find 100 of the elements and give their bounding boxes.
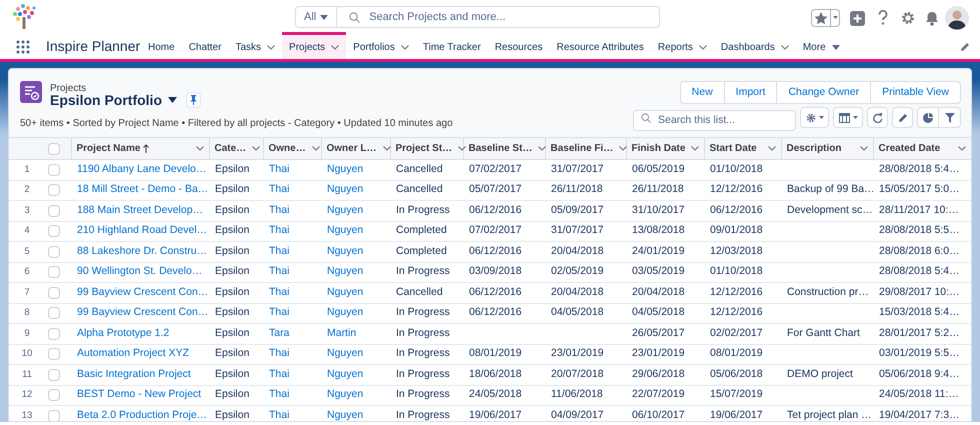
- record-link[interactable]: Thai: [269, 286, 290, 298]
- action-button[interactable]: Change Owner: [777, 81, 872, 104]
- record-link[interactable]: Beta 2.0 Production Proje…: [77, 408, 208, 421]
- column-header[interactable]: Finish Date: [626, 138, 704, 159]
- nav-tab[interactable]: Projects: [282, 32, 346, 59]
- record-link[interactable]: Thai: [269, 265, 290, 278]
- record-link[interactable]: 188 Main Street Develop…: [77, 204, 204, 216]
- record-link[interactable]: 18 Mill Street - Demo - Ba…: [77, 183, 208, 196]
- record-link[interactable]: Nguyen: [327, 347, 364, 360]
- record-link[interactable]: Nguyen: [327, 368, 364, 380]
- row-checkbox[interactable]: [48, 286, 60, 299]
- action-button[interactable]: New: [680, 81, 725, 104]
- list-search-field[interactable]: Search this list...: [633, 110, 796, 130]
- row-checkbox[interactable]: [48, 307, 60, 320]
- record-link[interactable]: Nguyen: [327, 183, 364, 196]
- column-header[interactable]: Description: [782, 138, 872, 159]
- record-link[interactable]: Martin: [327, 326, 356, 339]
- pin-button[interactable]: [186, 92, 201, 108]
- record-link[interactable]: Basic Integration Project: [77, 368, 191, 380]
- record-link[interactable]: Automation Project XYZ: [77, 347, 190, 360]
- record-link[interactable]: Nguyen: [327, 162, 364, 175]
- column-header[interactable]: Start Date: [704, 138, 780, 159]
- column-header[interactable]: Owne…: [264, 138, 320, 159]
- nav-tab[interactable]: Portfolios: [346, 32, 416, 59]
- record-link[interactable]: Nguyen: [327, 244, 364, 257]
- edit-nav-icon[interactable]: [960, 42, 970, 52]
- action-button[interactable]: Import: [724, 81, 778, 104]
- record-link[interactable]: BEST Demo - New Project: [77, 388, 202, 400]
- row-checkbox[interactable]: [48, 246, 60, 258]
- nav-tab[interactable]: More: [796, 32, 847, 59]
- table-cell: 19/04/2017 7:3…: [879, 408, 960, 421]
- nav-tab[interactable]: Resource Attributes: [550, 32, 651, 59]
- record-link[interactable]: 88 Lakeshore Dr. Constru…: [77, 244, 208, 257]
- refresh-button[interactable]: [867, 107, 888, 128]
- global-search-field[interactable]: Search Projects and more...: [337, 6, 660, 28]
- edit-list-button[interactable]: [892, 107, 913, 128]
- record-link[interactable]: Thai: [269, 347, 290, 360]
- nav-tab[interactable]: Chatter: [182, 32, 228, 59]
- column-header[interactable]: Project Name: [72, 138, 208, 159]
- record-link[interactable]: 210 Highland Road Devel…: [77, 224, 208, 236]
- record-link[interactable]: Thai: [269, 408, 290, 421]
- row-checkbox[interactable]: [48, 266, 60, 278]
- row-checkbox[interactable]: [48, 389, 60, 402]
- record-link[interactable]: Nguyen: [327, 204, 364, 216]
- record-link[interactable]: Thai: [269, 183, 290, 196]
- record-link[interactable]: 99 Bayview Crescent Con…: [77, 306, 208, 318]
- record-link[interactable]: Thai: [269, 204, 290, 216]
- table-icon: [838, 112, 850, 122]
- select-all-checkbox[interactable]: [48, 142, 60, 154]
- record-link[interactable]: Thai: [269, 162, 290, 175]
- search-scope-dropdown[interactable]: All: [295, 6, 338, 28]
- row-checkbox[interactable]: [48, 328, 60, 340]
- nav-tab[interactable]: Resources: [488, 32, 550, 59]
- notifications-icon[interactable]: [925, 10, 939, 26]
- favorites-button[interactable]: [811, 9, 840, 27]
- record-link[interactable]: Nguyen: [327, 265, 364, 278]
- row-checkbox[interactable]: [48, 184, 60, 196]
- record-link[interactable]: Thai: [269, 244, 290, 257]
- nav-tab[interactable]: Dashboards: [714, 32, 796, 59]
- column-header[interactable]: Cate…: [210, 138, 262, 159]
- row-checkbox[interactable]: [48, 204, 60, 217]
- column-header[interactable]: Baseline Fi…: [546, 138, 626, 159]
- record-link[interactable]: Nguyen: [327, 224, 364, 236]
- record-link[interactable]: Tara: [269, 326, 290, 339]
- record-link[interactable]: 1190 Albany Lane Develo…: [77, 162, 206, 175]
- nav-tab[interactable]: Home: [141, 32, 182, 59]
- record-link[interactable]: Thai: [269, 306, 290, 318]
- record-link[interactable]: Thai: [269, 368, 290, 380]
- record-link[interactable]: Nguyen: [327, 286, 364, 298]
- row-checkbox[interactable]: [48, 410, 60, 421]
- help-icon[interactable]: [878, 10, 888, 26]
- record-link[interactable]: 90 Wellington St. Develo…: [77, 265, 202, 278]
- record-link[interactable]: Nguyen: [327, 306, 364, 318]
- row-checkbox[interactable]: [48, 225, 60, 238]
- display-as-button[interactable]: [833, 107, 863, 128]
- column-header[interactable]: Created Date: [874, 138, 971, 159]
- nav-tab[interactable]: Tasks: [228, 32, 282, 59]
- table-cell: 31/07/2017: [551, 162, 604, 175]
- row-checkbox[interactable]: [48, 368, 60, 381]
- record-link[interactable]: Thai: [269, 224, 290, 236]
- action-button[interactable]: Printable View: [871, 81, 961, 104]
- nav-tab[interactable]: Reports: [650, 32, 714, 59]
- record-link[interactable]: Nguyen: [327, 388, 364, 400]
- row-checkbox[interactable]: [48, 164, 60, 176]
- settings-icon[interactable]: [901, 11, 915, 25]
- record-link[interactable]: Nguyen: [327, 408, 364, 421]
- avatar[interactable]: [945, 6, 969, 30]
- record-link[interactable]: 99 Bayview Crescent Con…: [77, 286, 208, 298]
- record-link[interactable]: Thai: [269, 388, 290, 400]
- add-icon[interactable]: [850, 10, 865, 26]
- chevron-down-icon: [780, 44, 789, 50]
- column-header[interactable]: Project St…: [390, 138, 462, 159]
- column-header[interactable]: Owner L…: [322, 138, 390, 159]
- nav-tab[interactable]: Time Tracker: [416, 32, 488, 59]
- list-settings-button[interactable]: [800, 107, 829, 128]
- app-launcher-icon[interactable]: [16, 40, 30, 54]
- row-checkbox[interactable]: [48, 348, 60, 360]
- tree-logo-icon[interactable]: [10, 2, 38, 30]
- column-header[interactable]: Baseline St…: [464, 138, 544, 159]
- record-link[interactable]: Alpha Prototype 1.2: [77, 326, 170, 339]
